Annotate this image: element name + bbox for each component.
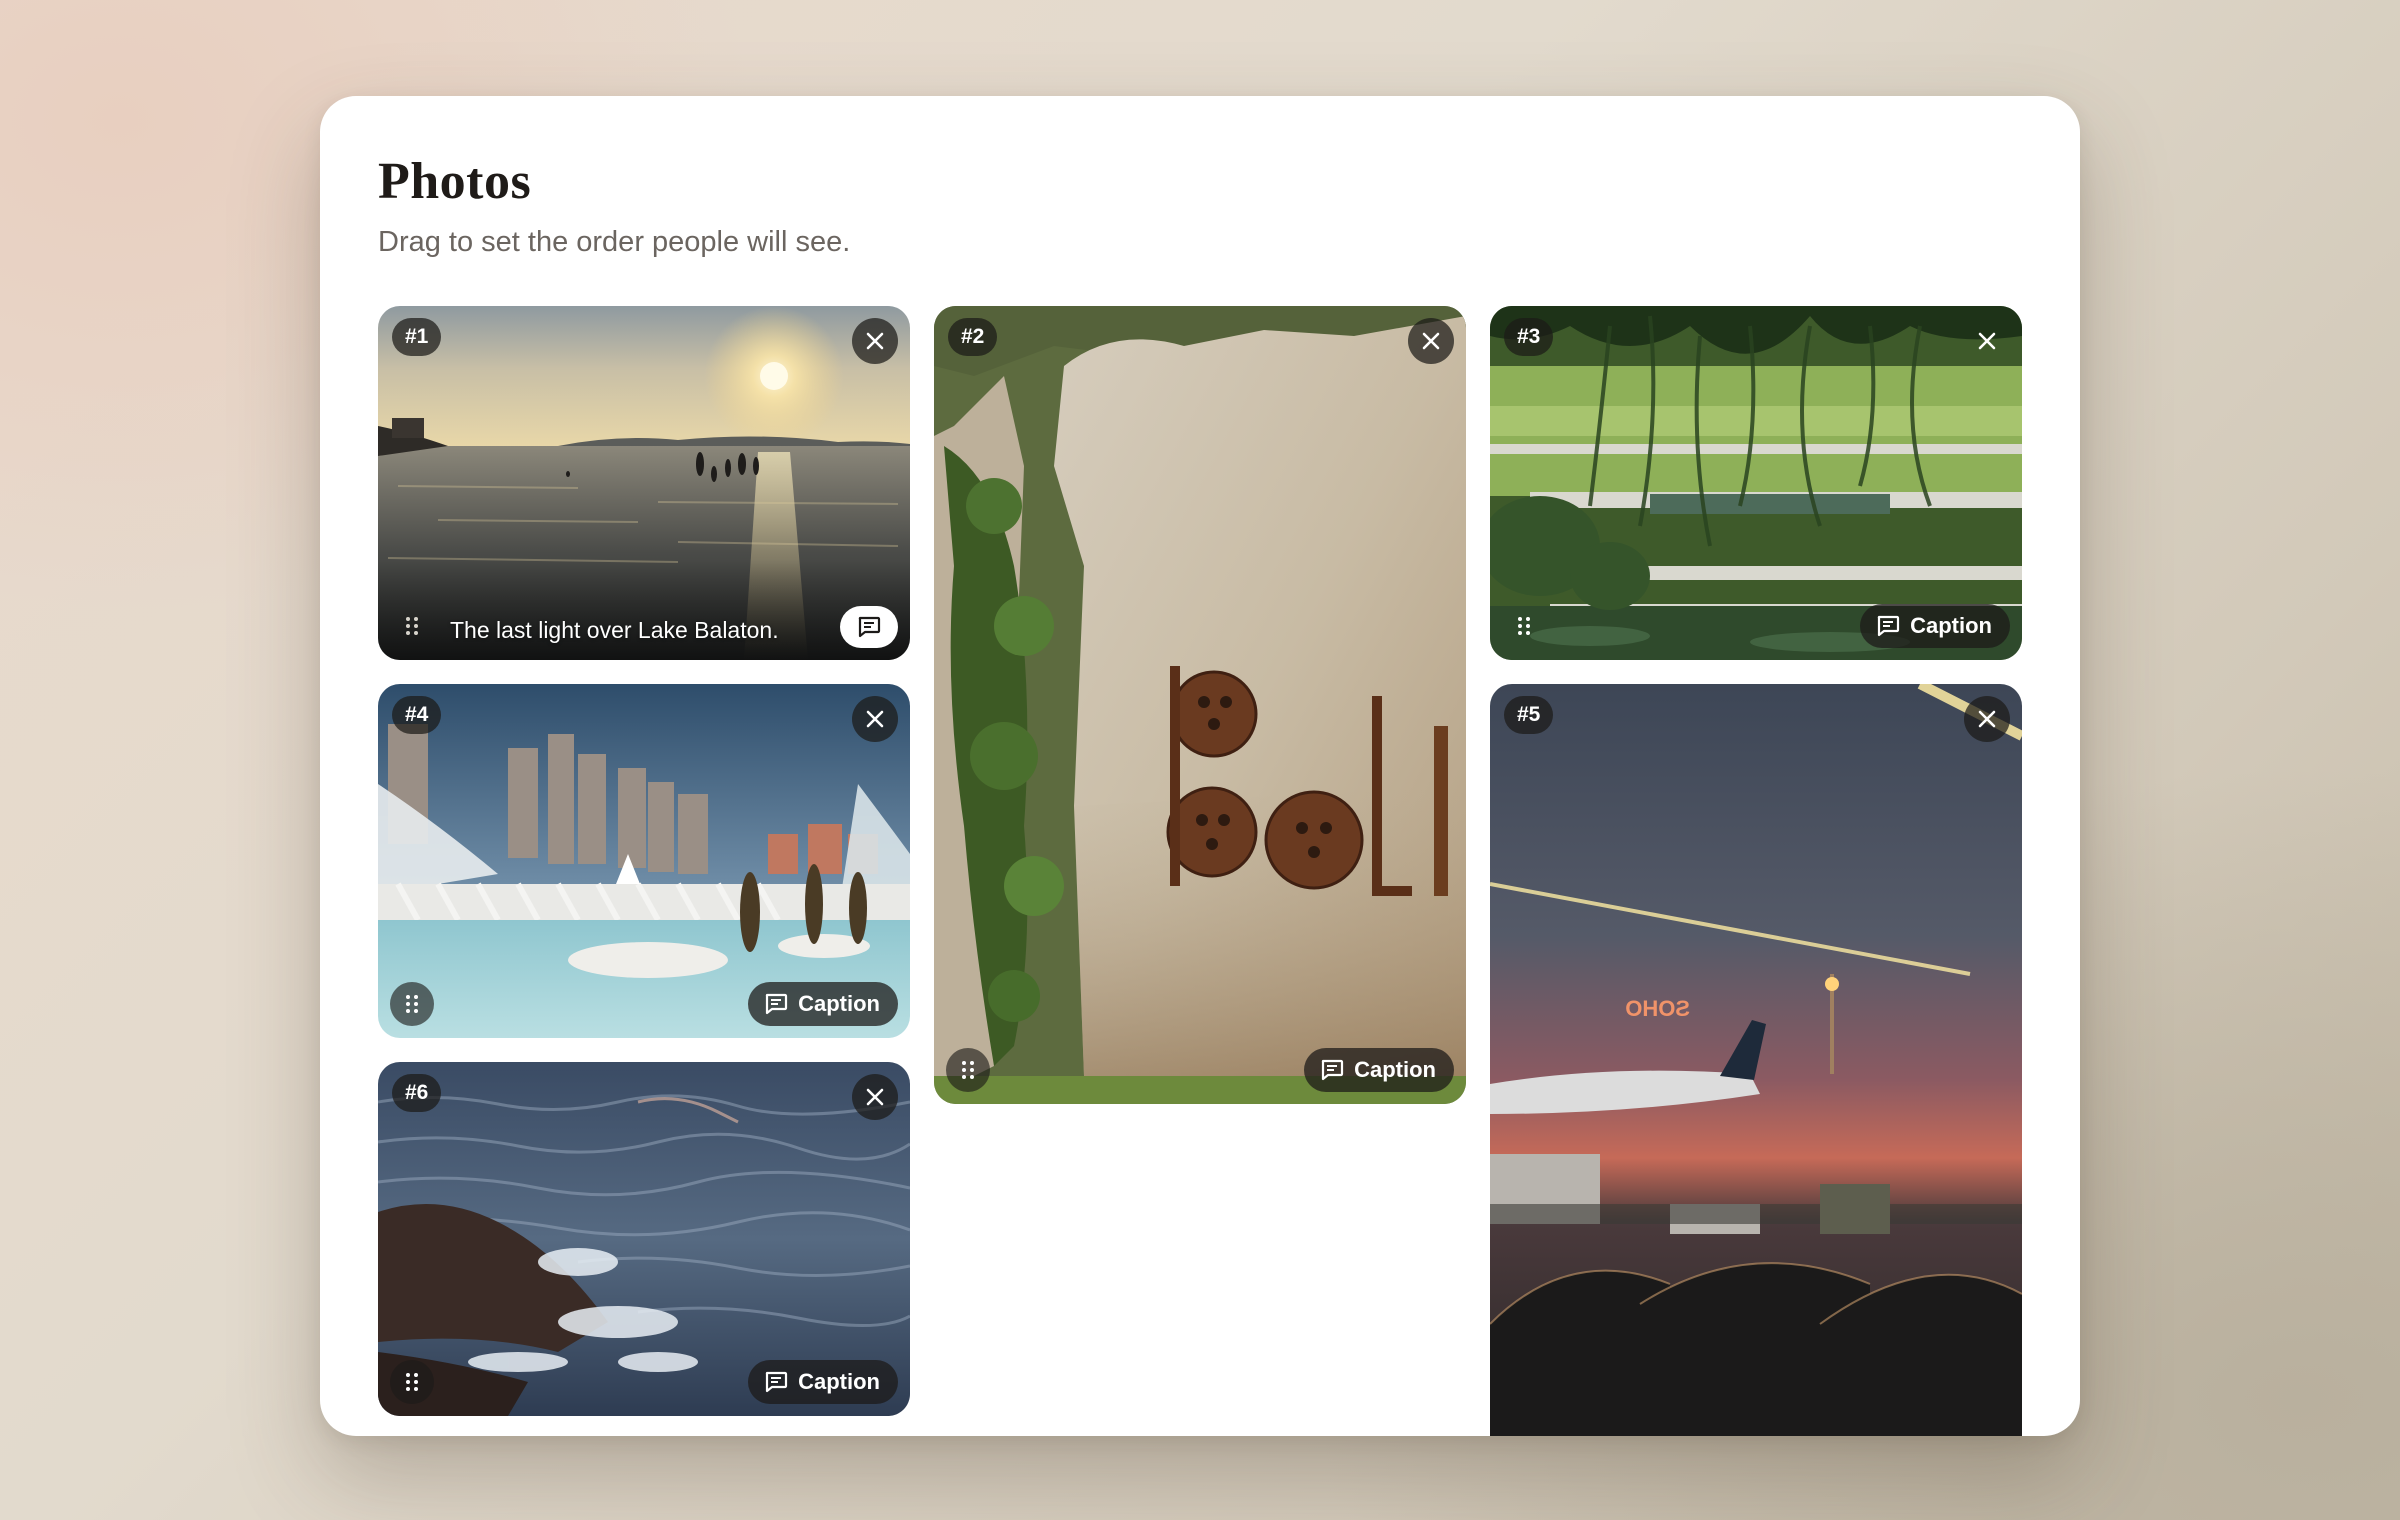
- caption-button-label: Caption: [798, 1369, 880, 1394]
- photo-airport-dusk: SOHO: [1490, 684, 2022, 1436]
- close-icon: [1978, 332, 1996, 350]
- add-caption-button[interactable]: Caption: [1860, 604, 2010, 648]
- add-caption-button[interactable]: Caption: [1304, 1048, 1454, 1092]
- close-icon: [866, 710, 884, 728]
- add-caption-button[interactable]: Caption: [748, 1360, 898, 1404]
- comment-icon: [1321, 1059, 1344, 1081]
- comment-icon: [858, 616, 881, 638]
- photo-card-1[interactable]: #1 The last light over Lake Balaton.: [378, 306, 910, 660]
- order-badge: #6: [392, 1074, 442, 1112]
- close-icon: [1422, 332, 1440, 350]
- comment-icon: [765, 993, 788, 1015]
- remove-photo-button[interactable]: [1408, 318, 1454, 364]
- drag-handle-icon: [406, 1373, 418, 1391]
- close-icon: [866, 332, 884, 350]
- order-badge: #5: [1504, 696, 1554, 734]
- order-badge: #3: [1504, 318, 1554, 356]
- photos-panel: Photos Drag to set the order people will…: [320, 96, 2080, 1436]
- svg-text:SOHO: SOHO: [1625, 996, 1690, 1021]
- comment-icon: [765, 1371, 788, 1393]
- drag-handle[interactable]: [390, 1360, 434, 1404]
- remove-photo-button[interactable]: [852, 696, 898, 742]
- comment-icon: [1877, 615, 1900, 637]
- photo-stone-wall: [934, 306, 1466, 1104]
- page-title: Photos: [378, 153, 532, 210]
- remove-photo-button[interactable]: [1964, 696, 2010, 742]
- photo-card-6[interactable]: #6 Caption: [378, 1062, 910, 1416]
- close-icon: [866, 1088, 884, 1106]
- drag-handle[interactable]: [946, 1048, 990, 1092]
- photo-card-5[interactable]: SOHO #5: [1490, 684, 2022, 1436]
- remove-photo-button[interactable]: [852, 1074, 898, 1120]
- photo-card-3[interactable]: #3 Caption: [1490, 306, 2022, 660]
- add-caption-button[interactable]: Caption: [748, 982, 898, 1026]
- caption-button-label: Caption: [798, 991, 880, 1016]
- drag-handle[interactable]: [390, 982, 434, 1026]
- edit-caption-button[interactable]: [840, 606, 898, 648]
- drag-handle-icon: [406, 617, 418, 635]
- drag-handle[interactable]: [1502, 604, 1546, 648]
- remove-photo-button[interactable]: [1964, 318, 2010, 364]
- close-icon: [1978, 710, 1996, 728]
- photo-caption-text[interactable]: The last light over Lake Balaton.: [450, 617, 779, 644]
- photo-card-2[interactable]: #2 Caption: [934, 306, 1466, 1104]
- page-subtitle: Drag to set the order people will see.: [378, 226, 851, 258]
- remove-photo-button[interactable]: [852, 318, 898, 364]
- order-badge: #4: [392, 696, 442, 734]
- caption-overlay: [378, 560, 910, 660]
- order-badge: #2: [948, 318, 998, 356]
- drag-handle-icon: [962, 1061, 974, 1079]
- drag-handle[interactable]: [390, 604, 434, 648]
- order-badge: #1: [392, 318, 442, 356]
- drag-handle-icon: [406, 995, 418, 1013]
- caption-button-label: Caption: [1354, 1057, 1436, 1082]
- photo-card-4[interactable]: #4 Caption: [378, 684, 910, 1038]
- drag-handle-icon: [1518, 617, 1530, 635]
- caption-button-label: Caption: [1910, 613, 1992, 638]
